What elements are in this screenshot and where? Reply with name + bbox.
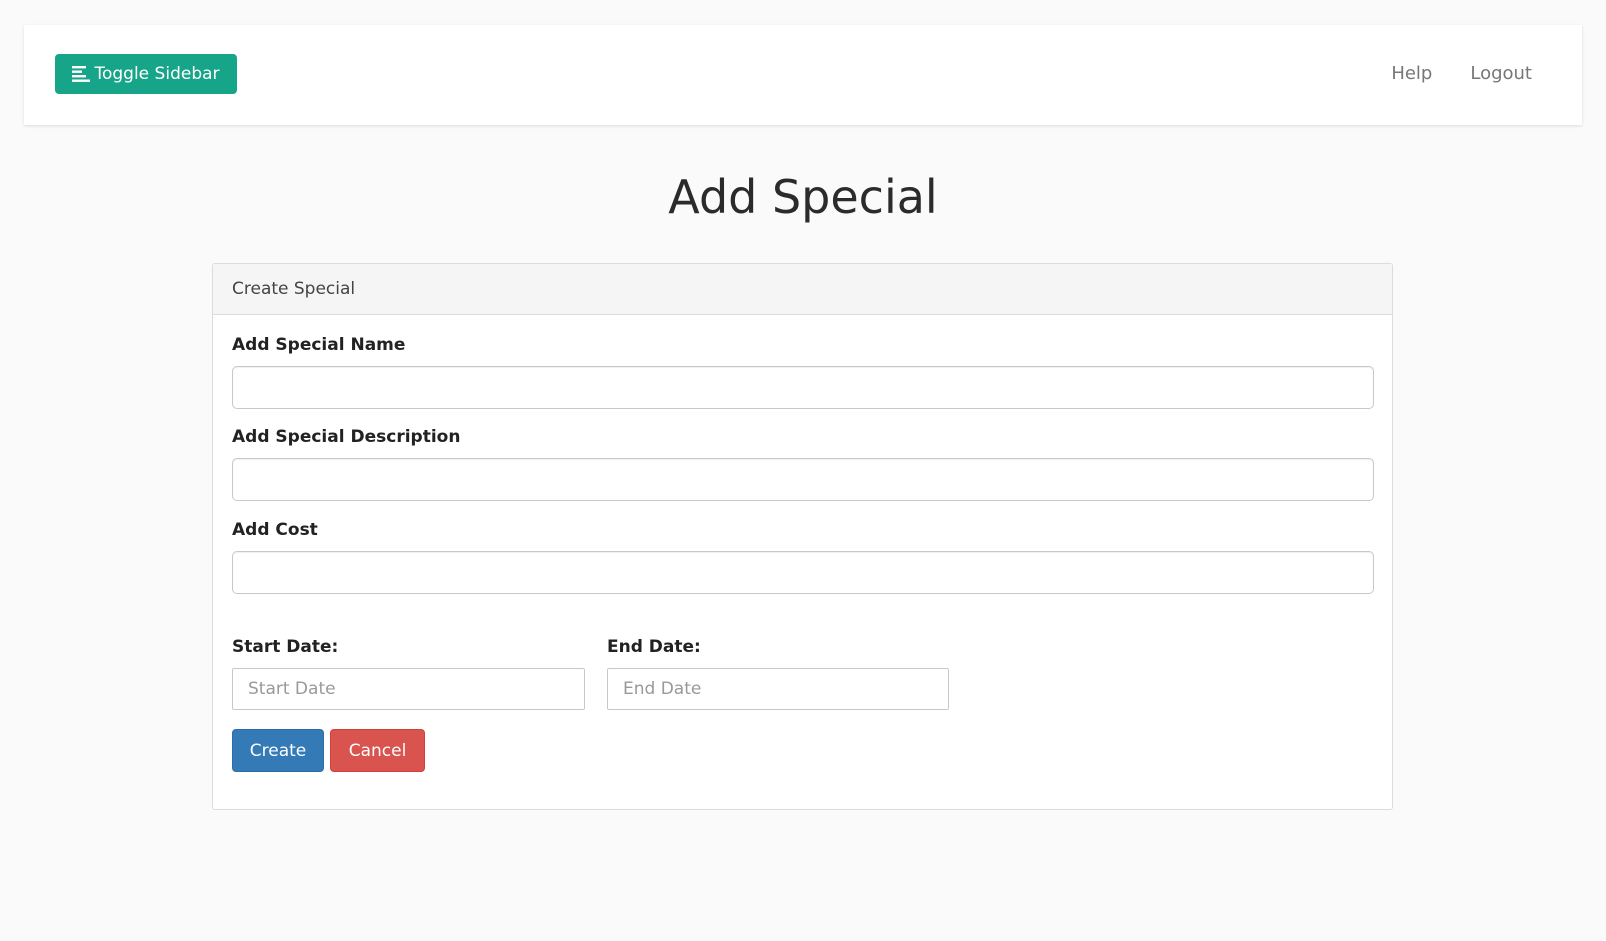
- special-name-label: Add Special Name: [232, 335, 406, 355]
- cost-input[interactable]: [232, 551, 1374, 594]
- create-special-panel: Create Special Add Special Name Add Spec…: [212, 263, 1393, 810]
- start-date-input[interactable]: [232, 668, 585, 710]
- special-description-label: Add Special Description: [232, 427, 461, 447]
- panel-body: Add Special Name Add Special Description…: [213, 315, 1392, 810]
- end-date-input[interactable]: [607, 668, 949, 710]
- nav-link-help[interactable]: Help: [1391, 63, 1432, 84]
- special-description-input[interactable]: [232, 458, 1374, 501]
- end-date-label: End Date:: [607, 637, 701, 657]
- nav-links: Help Logout: [1391, 63, 1532, 84]
- toggle-sidebar-label: Toggle Sidebar: [94, 64, 220, 84]
- nav-link-logout[interactable]: Logout: [1470, 63, 1532, 84]
- align-left-icon: [72, 66, 91, 82]
- create-button[interactable]: Create: [232, 729, 324, 772]
- toggle-sidebar-button[interactable]: Toggle Sidebar: [55, 54, 237, 94]
- panel-heading: Create Special: [213, 264, 1392, 315]
- special-name-input[interactable]: [232, 366, 1374, 409]
- top-navbar: Toggle Sidebar Help Logout: [24, 25, 1582, 125]
- cost-label: Add Cost: [232, 520, 318, 540]
- cancel-button[interactable]: Cancel: [330, 729, 425, 772]
- page-title: Add Special: [668, 170, 938, 224]
- start-date-label: Start Date:: [232, 637, 339, 657]
